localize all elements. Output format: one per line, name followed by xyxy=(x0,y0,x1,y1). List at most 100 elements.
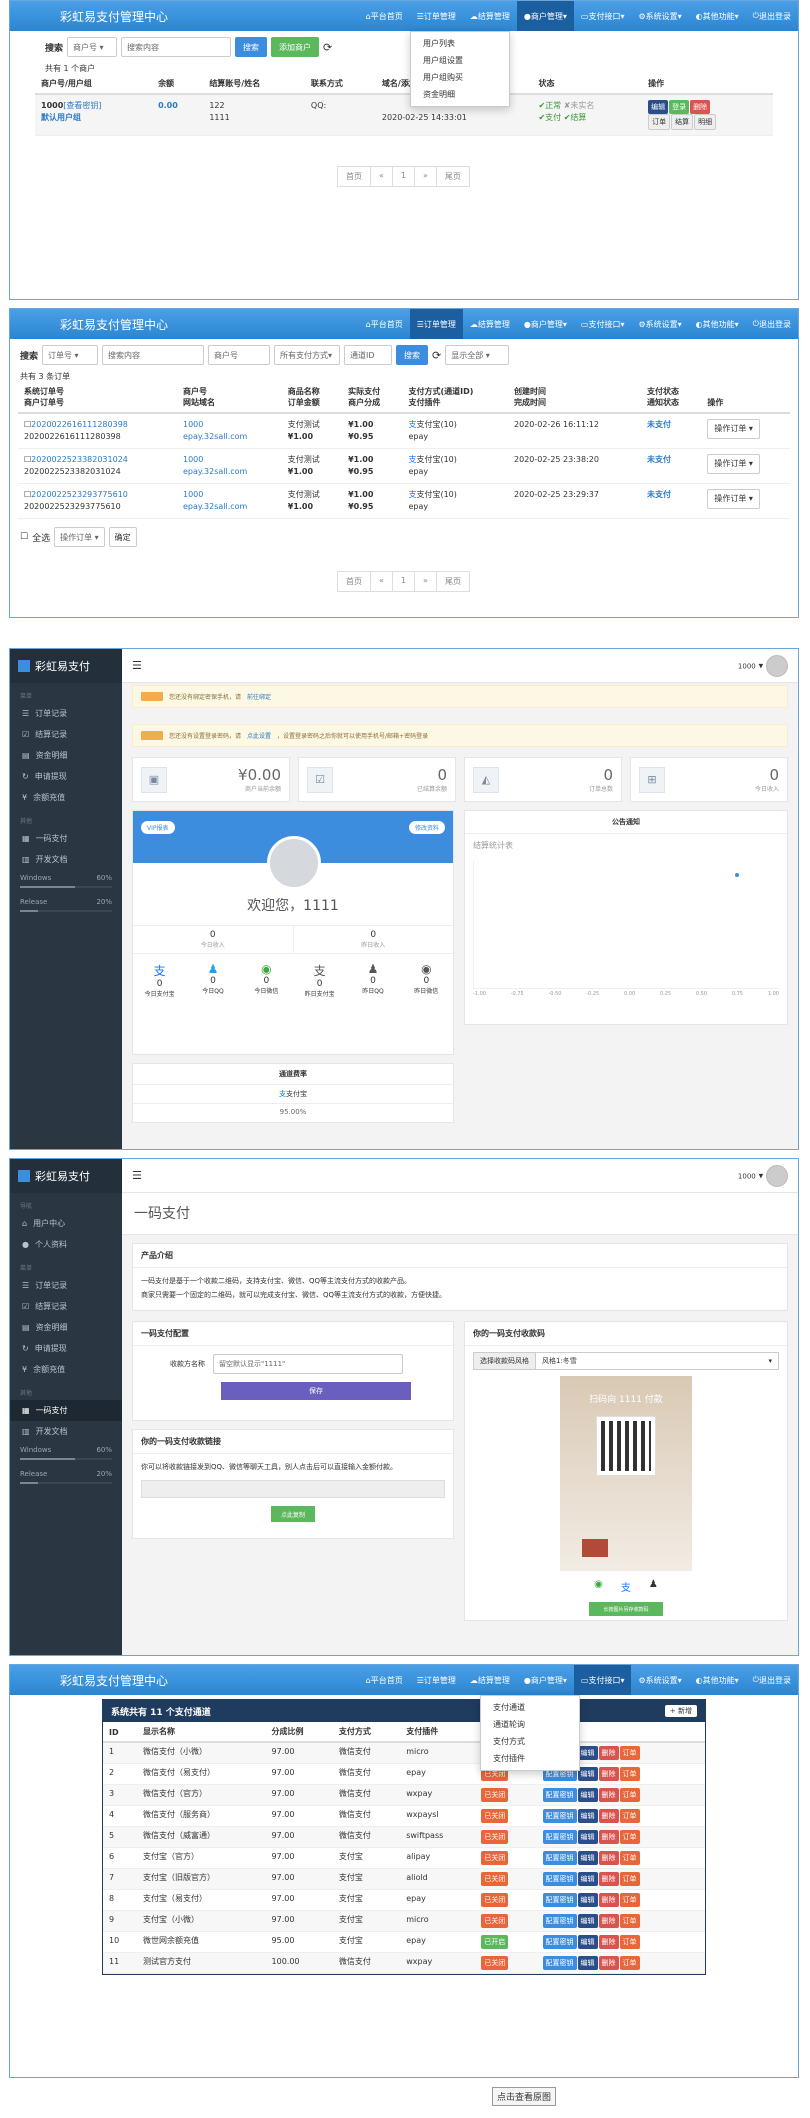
nav-merchant[interactable]: ● 商户管理 ▾ xyxy=(517,309,574,339)
sidebar-item-qrpay[interactable]: ▦ 一码支付 xyxy=(10,828,122,849)
delete-button[interactable]: 删除 xyxy=(598,1914,619,1928)
sidebar-item-orders[interactable]: ☰ 订单记录 xyxy=(10,1275,122,1296)
nav-system[interactable]: ⚙ 系统设置 ▾ xyxy=(631,1665,688,1695)
config-key-button[interactable]: 配置密钥 xyxy=(542,1872,577,1886)
nav-home[interactable]: ⌂ 平台首页 xyxy=(359,1,410,31)
delete-button[interactable]: 删除 xyxy=(598,1746,619,1760)
page-first[interactable]: 首页 xyxy=(337,571,372,592)
edit-button[interactable]: 编辑 xyxy=(577,1830,598,1844)
status-toggle[interactable]: 已开启 xyxy=(481,1935,509,1949)
delete-button[interactable]: 删除 xyxy=(598,1872,619,1886)
delete-button[interactable]: 删除 xyxy=(598,1935,619,1949)
status-toggle[interactable]: 已关闭 xyxy=(481,1956,509,1970)
view-key-link[interactable]: [查看密钥] xyxy=(63,101,101,110)
login-button[interactable]: 登录 xyxy=(669,100,690,114)
page-last[interactable]: 尾页 xyxy=(435,571,470,592)
sidebar-item-qrpay[interactable]: ▦ 一码支付 xyxy=(10,1400,122,1421)
nav-logout[interactable]: ⏻ 退出登录 xyxy=(746,1,798,31)
order-action-button[interactable]: 操作订单 ▾ xyxy=(707,454,760,474)
view-original-link[interactable]: 点击查看原图 xyxy=(492,2087,557,2106)
status-toggle[interactable]: 已关闭 xyxy=(481,1809,509,1823)
menu-item[interactable]: 用户列表 xyxy=(411,35,509,52)
edit-button[interactable]: 编辑 xyxy=(577,1893,598,1907)
page-1[interactable]: 1 xyxy=(391,166,416,187)
channel-id-input[interactable]: 通道ID xyxy=(344,345,393,365)
refresh-icon[interactable]: ⟳ xyxy=(323,41,332,54)
sidebar-item-docs[interactable]: ▥ 开发文档 xyxy=(10,1421,122,1442)
orders-button[interactable]: 订单 xyxy=(619,1746,640,1760)
nav-pay[interactable]: ▭ 支付接口 ▾ xyxy=(574,1,632,31)
config-key-button[interactable]: 配置密钥 xyxy=(542,1914,577,1928)
status-select[interactable]: 显示全部 ▾ xyxy=(445,345,510,365)
nav-logout[interactable]: ⏻ 退出登录 xyxy=(746,1665,798,1695)
sidebar-item-recharge[interactable]: ¥ 余额充值 xyxy=(10,787,122,808)
orders-button[interactable]: 订单 xyxy=(619,1914,640,1928)
config-key-button[interactable]: 配置密钥 xyxy=(542,1809,577,1823)
config-key-button[interactable]: 配置密钥 xyxy=(542,1935,577,1949)
order-link[interactable]: 2020022616111280398 xyxy=(31,420,128,429)
delete-button[interactable]: 删除 xyxy=(598,1830,619,1844)
nav-merchant[interactable]: ● 商户管理 ▾ xyxy=(516,1,574,31)
orders-button[interactable]: 订单 xyxy=(619,1851,640,1865)
sidebar-item-funds[interactable]: ▤ 资金明细 xyxy=(10,745,122,766)
nav-settle[interactable]: ☁ 结算管理 xyxy=(463,309,517,339)
nav-orders[interactable]: ☰ 订单管理 xyxy=(410,1,463,31)
search-button[interactable]: 搜索 xyxy=(235,37,268,57)
sidebar-item-usercenter[interactable]: ⌂ 用户中心 xyxy=(10,1213,122,1234)
delete-button[interactable]: 删除 xyxy=(598,1851,619,1865)
orders-button[interactable]: 订单 xyxy=(619,1893,640,1907)
nav-orders[interactable]: ☰ 订单管理 xyxy=(409,309,463,339)
orders-button[interactable]: 订单 xyxy=(619,1935,640,1949)
orders-button[interactable]: 订单 xyxy=(619,1767,640,1781)
delete-button[interactable]: 删除 xyxy=(598,1809,619,1823)
page-next[interactable]: » xyxy=(414,571,437,592)
delete-button[interactable]: 删除 xyxy=(598,1767,619,1781)
status-toggle[interactable]: 已关闭 xyxy=(481,1830,509,1844)
user-group-link[interactable]: 默认用户组 xyxy=(41,113,81,122)
avatar[interactable] xyxy=(766,1164,788,1187)
sidebar-item-settle[interactable]: ☑ 结算记录 xyxy=(10,724,122,745)
menu-item[interactable]: 支付通道 xyxy=(481,1699,579,1716)
menu-item[interactable]: 支付方式 xyxy=(481,1733,579,1750)
nav-logout[interactable]: ⏻ 退出登录 xyxy=(746,309,798,339)
confirm-button[interactable]: 确定 xyxy=(108,527,137,547)
settle-button[interactable]: 结算 xyxy=(671,114,694,130)
sidebar-item-docs[interactable]: ▥ 开发文档 xyxy=(10,849,122,870)
menu-item[interactable]: 资金明细 xyxy=(411,86,509,103)
save-qrcode-button[interactable]: 长按图片另存收款码 xyxy=(589,1602,663,1616)
sidebar-item-settle[interactable]: ☑ 结算记录 xyxy=(10,1296,122,1317)
edit-button[interactable]: 编辑 xyxy=(648,100,669,114)
order-field-select[interactable]: 订单号 ▾ xyxy=(42,345,99,365)
sidebar-item-profile[interactable]: ● 个人资料 xyxy=(10,1234,122,1255)
nav-pay[interactable]: ▭ 支付接口 ▾ xyxy=(574,309,632,339)
order-link[interactable]: 2020022523293775610 xyxy=(31,490,128,499)
status-toggle[interactable]: 已关闭 xyxy=(481,1872,509,1886)
page-prev[interactable]: « xyxy=(370,571,393,592)
bind-phone-link[interactable]: 前往绑定 xyxy=(247,692,271,701)
nav-settle[interactable]: ☁ 结算管理 xyxy=(463,1,517,31)
add-merchant-button[interactable]: 添加商户 xyxy=(271,37,320,57)
nav-pay[interactable]: ▭ 支付接口 ▾ xyxy=(573,1665,632,1695)
page-1[interactable]: 1 xyxy=(391,571,416,592)
search-select[interactable]: 商户号 ▾ xyxy=(67,37,118,57)
nav-merchant[interactable]: ● 商户管理 ▾ xyxy=(517,1665,574,1695)
order-action-button[interactable]: 操作订单 ▾ xyxy=(707,419,760,439)
pay-link-field[interactable] xyxy=(141,1480,445,1498)
page-last[interactable]: 尾页 xyxy=(435,166,470,187)
search-button[interactable]: 搜索 xyxy=(396,345,429,365)
nav-home[interactable]: ⌂ 平台首页 xyxy=(359,309,410,339)
delete-button[interactable]: 删除 xyxy=(598,1788,619,1802)
edit-button[interactable]: 编辑 xyxy=(577,1788,598,1802)
page-first[interactable]: 首页 xyxy=(337,166,372,187)
edit-button[interactable]: 编辑 xyxy=(577,1746,598,1760)
copy-link-button[interactable]: 点此复制 xyxy=(271,1506,315,1522)
set-password-link[interactable]: 点此设置 xyxy=(247,731,271,740)
nav-system[interactable]: ⚙ 系统设置 ▾ xyxy=(631,1,688,31)
edit-button[interactable]: 编辑 xyxy=(577,1809,598,1823)
orders-button[interactable]: 订单 xyxy=(619,1956,640,1970)
menu-item[interactable]: 用户组购买 xyxy=(411,69,509,86)
orders-button[interactable]: 订单 xyxy=(619,1809,640,1823)
edit-button[interactable]: 编辑 xyxy=(577,1914,598,1928)
menu-item[interactable]: 用户组设置 xyxy=(411,52,509,69)
nav-home[interactable]: ⌂ 平台首页 xyxy=(359,1665,410,1695)
